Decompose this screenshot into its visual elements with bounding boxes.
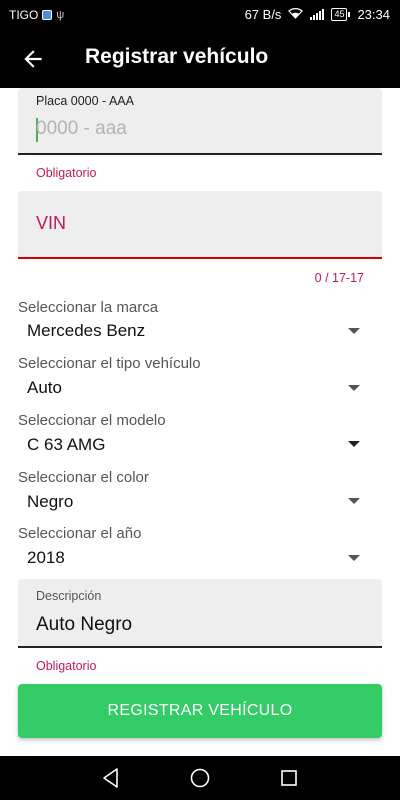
status-right: 67 B/s 45 23:34 xyxy=(245,7,390,22)
description-field-label: Descripción xyxy=(36,589,102,603)
app-bar: Registrar vehículo xyxy=(0,30,400,88)
description-input-value: Auto Negro xyxy=(36,614,133,635)
screen: TIGO ψ 67 B/s 45 23:34 Registrar vehícul… xyxy=(0,0,400,800)
brand-dropdown-label: Seleccionar la marca xyxy=(18,299,159,316)
vehicle-type-dropdown-label: Seleccionar el tipo vehículo xyxy=(18,355,201,372)
page-title: Registrar vehículo xyxy=(85,45,269,68)
description-helper-text: Obligatorio xyxy=(36,659,97,673)
brand-dropdown-value: Mercedes Benz xyxy=(27,321,146,340)
chevron-down-icon[interactable] xyxy=(348,328,360,334)
clock: 23:34 xyxy=(357,7,390,22)
carrier-icon xyxy=(42,10,53,20)
plate-helper-text: Obligatorio xyxy=(36,166,97,180)
status-left: TIGO ψ xyxy=(9,8,64,22)
year-dropdown-value: 2018 xyxy=(27,548,65,567)
nav-back-icon[interactable] xyxy=(99,766,123,790)
battery-level: 45 xyxy=(331,8,348,21)
plate-input-placeholder: 0000 - aaa xyxy=(36,118,127,139)
model-dropdown-label: Seleccionar el modelo xyxy=(18,412,166,429)
nav-recents-icon[interactable] xyxy=(277,766,301,790)
system-nav-bar xyxy=(0,756,400,800)
usb-icon: ψ xyxy=(56,9,65,21)
carrier-name: TIGO xyxy=(9,8,39,22)
color-dropdown-label: Seleccionar el color xyxy=(18,469,149,486)
register-vehicle-button[interactable]: REGISTRAR VEHÍCULO xyxy=(18,684,382,738)
wifi-icon xyxy=(288,7,304,22)
description-field[interactable]: Descripción Auto Negro xyxy=(18,579,382,648)
plate-field[interactable]: Placa 0000 - AAA 0000 - aaa xyxy=(18,88,382,155)
chevron-down-icon[interactable] xyxy=(348,385,360,391)
chevron-down-icon[interactable] xyxy=(348,498,360,504)
vin-character-counter: 0 / 17-17 xyxy=(314,271,364,285)
signal-icon xyxy=(310,9,325,20)
model-dropdown-value: C 63 AMG xyxy=(27,435,106,454)
vin-field[interactable]: VIN xyxy=(18,191,382,259)
network-speed: 67 B/s xyxy=(244,7,282,22)
vehicle-type-dropdown-value: Auto xyxy=(27,378,62,397)
chevron-down-icon[interactable] xyxy=(348,441,360,447)
chevron-down-icon[interactable] xyxy=(348,555,360,561)
battery-icon: 45 xyxy=(331,8,351,21)
nav-home-icon[interactable] xyxy=(188,766,212,790)
status-bar: TIGO ψ 67 B/s 45 23:34 xyxy=(0,0,400,30)
year-dropdown-label: Seleccionar el año xyxy=(18,525,142,542)
vin-input-placeholder: VIN xyxy=(36,213,67,233)
arrow-back-icon[interactable] xyxy=(20,46,46,72)
color-dropdown-value: Negro xyxy=(27,492,74,511)
plate-field-label: Placa 0000 - AAA xyxy=(36,94,134,108)
